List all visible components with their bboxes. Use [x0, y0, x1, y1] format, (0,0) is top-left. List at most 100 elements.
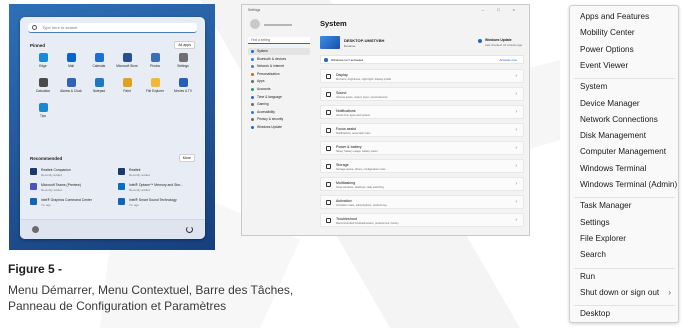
settings-nav-item[interactable]: Accounts	[248, 86, 310, 93]
app-label: Tips	[40, 114, 46, 118]
row-icon	[326, 182, 331, 187]
nav-label: Accounts	[257, 87, 271, 91]
find-setting-input[interactable]: Find a setting	[248, 37, 310, 44]
settings-nav-item[interactable]: System	[248, 48, 310, 55]
context-menu-item[interactable]: Run	[580, 271, 595, 282]
more-button[interactable]: More	[178, 154, 195, 162]
nav-icon	[251, 72, 254, 76]
context-menu-item[interactable]: Windows Terminal (Admin)	[580, 179, 677, 190]
activate-now-link[interactable]: Activate now	[499, 56, 517, 64]
settings-nav-item[interactable]: Accessibility	[248, 109, 310, 116]
window-controls[interactable]: – □ ×	[482, 7, 521, 12]
context-menu-item[interactable]: Disk Management	[580, 130, 646, 141]
settings-main: System DESKTOP-UMSTVBH Rename Windows Up…	[318, 14, 526, 235]
context-menu-item[interactable]: System	[580, 81, 607, 92]
pinned-app[interactable]: Calculator	[29, 78, 57, 93]
context-menu-item[interactable]: Power Options	[580, 44, 634, 55]
settings-nav-item[interactable]: Windows Update	[248, 124, 310, 131]
context-menu-item[interactable]: File Explorer	[580, 233, 626, 244]
nav-label: Bluetooth & devices	[257, 56, 287, 61]
recommended-subtitle: 7m ago	[41, 203, 52, 207]
device-name: DESKTOP-UMSTVBH	[344, 38, 385, 43]
context-menu-item[interactable]: Desktop	[580, 308, 610, 319]
settings-row[interactable]: Activation Activation state, subscription…	[320, 195, 524, 209]
pinned-app[interactable]: Settings	[169, 53, 197, 68]
pinned-app[interactable]: Paint	[113, 78, 141, 93]
context-menu-item[interactable]: Mobility Center	[580, 27, 635, 38]
pinned-app[interactable]: Photos	[141, 53, 169, 68]
settings-row[interactable]: Storage Storage space, drives, configurat…	[320, 159, 524, 173]
row-icon	[326, 92, 331, 97]
recommended-icon	[30, 183, 37, 190]
recommended-title: intel® Graphics Command Center	[41, 198, 92, 202]
settings-nav-item[interactable]: Gaming	[248, 101, 310, 108]
settings-nav-item[interactable]: Privacy & security	[248, 116, 310, 123]
context-menu-item[interactable]: Windows Terminal	[580, 163, 646, 174]
settings-row[interactable]: Notifications Alerts from apps and system…	[320, 105, 524, 119]
pinned-app[interactable]: Tips	[29, 103, 57, 118]
context-menu-item[interactable]: Event Viewer	[580, 60, 628, 71]
context-menu-item[interactable]: Apps and Features	[580, 11, 649, 22]
context-menu-item[interactable]: Task Manager	[580, 200, 631, 211]
row-subtitle: Monitors, brightness, night light, displ…	[336, 77, 392, 81]
context-menu-item[interactable]: Computer Management	[580, 146, 666, 157]
user-avatar-icon[interactable]	[32, 226, 39, 233]
recommended-icon	[30, 168, 37, 175]
nav-icon	[251, 88, 254, 91]
recommended-icon	[118, 168, 125, 175]
settings-row[interactable]: Sound Volume levels, output, input, sound…	[320, 87, 524, 101]
row-subtitle: Notifications, automatic rules	[336, 131, 371, 135]
settings-nav-item[interactable]: Bluetooth & devices	[248, 56, 310, 63]
pinned-app[interactable]: Mail	[57, 53, 85, 68]
app-label: File Explorer	[146, 89, 164, 93]
rename-link[interactable]: Rename	[344, 44, 355, 48]
account-avatar	[250, 19, 260, 29]
settings-row[interactable]: Display Monitors, brightness, night light…	[320, 69, 524, 83]
app-label: Edge	[39, 64, 47, 68]
app-icon	[38, 78, 48, 87]
recommended-title: Realtek	[129, 168, 141, 172]
row-title: Troubleshoot	[336, 216, 357, 221]
settings-nav-item[interactable]: Apps	[248, 78, 310, 85]
pinned-app[interactable]: Movies & TV	[169, 78, 197, 93]
row-title: Display	[336, 72, 348, 77]
recommended-subtitle: 7m ago	[129, 203, 140, 207]
settings-row[interactable]: Focus assist Notifications, automatic rul…	[320, 123, 524, 137]
chevron-right-icon: ›	[515, 217, 517, 223]
settings-nav-item[interactable]: Time & language	[248, 94, 310, 101]
row-title: Notifications	[336, 108, 356, 113]
start-search-input[interactable]: Type here to search	[28, 23, 197, 33]
pinned-app[interactable]: Edge	[29, 53, 57, 68]
figure-caption: Menu Démarrer, Menu Contextuel, Barre de…	[8, 282, 428, 314]
menu-separator	[574, 305, 675, 307]
context-menu-item[interactable]: Device Manager	[580, 98, 640, 109]
pinned-app[interactable]: File Explorer	[141, 78, 169, 93]
settings-row[interactable]: Power & battery Sleep, battery usage, bat…	[320, 141, 524, 155]
pinned-app[interactable]: Alarms & Clock	[57, 78, 85, 93]
context-menu-item[interactable]: Shut down or sign out	[580, 287, 659, 298]
settings-row[interactable]: Troubleshoot Recommended troubleshooters,…	[320, 213, 524, 227]
windows-update-icon	[478, 39, 482, 43]
settings-nav-item[interactable]: Personalization	[248, 71, 310, 78]
power-icon[interactable]	[186, 226, 193, 233]
search-icon	[32, 25, 37, 30]
windows-update-title[interactable]: Windows Update	[485, 38, 512, 42]
pinned-app[interactable]: Calendar	[85, 53, 113, 68]
app-label: Paint	[123, 89, 131, 93]
row-title: Storage	[336, 162, 349, 167]
context-menu-item[interactable]: Search	[580, 249, 606, 260]
context-menu-item[interactable]: Settings	[580, 217, 610, 228]
settings-nav-item[interactable]: Network & internet	[248, 63, 310, 70]
pinned-app[interactable]: Notepad	[85, 78, 113, 93]
row-subtitle: Recommended troubleshooters, preferences…	[336, 221, 399, 225]
all-apps-button[interactable]: All apps	[174, 41, 195, 49]
nav-icon	[251, 80, 254, 84]
chevron-right-icon: ›	[515, 91, 517, 97]
settings-row[interactable]: Multitasking Snap windows, desktops, task…	[320, 177, 524, 191]
pinned-app[interactable]: Microsoft Store	[113, 53, 141, 68]
row-subtitle: Snap windows, desktops, task switching	[336, 185, 384, 189]
nav-icon	[251, 103, 254, 107]
recommended-subtitle: Recently added	[129, 188, 150, 192]
start-menu-screenshot: Type here to search Pinned All apps Edge…	[9, 4, 215, 250]
context-menu-item[interactable]: Network Connections	[580, 114, 658, 125]
